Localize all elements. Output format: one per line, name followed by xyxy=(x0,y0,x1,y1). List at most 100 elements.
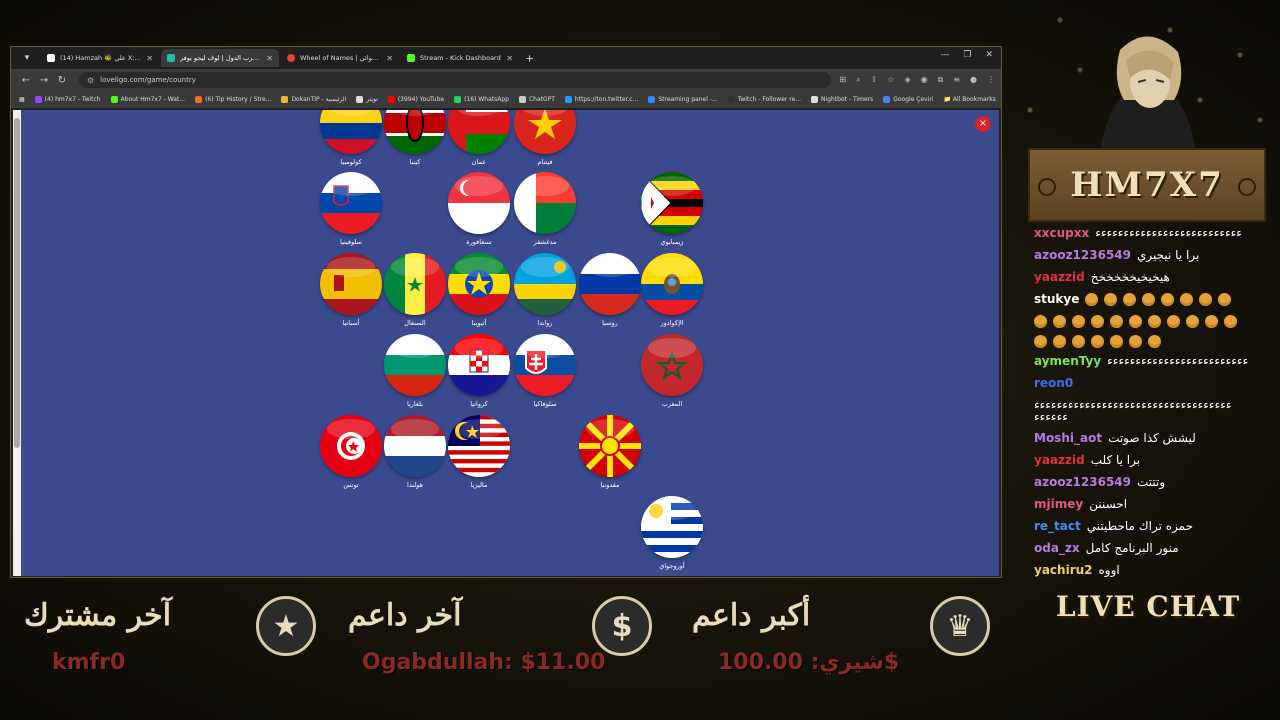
flag-singapore[interactable] xyxy=(448,172,510,234)
close-tab-icon[interactable]: ✕ xyxy=(266,54,273,63)
flag-ethiopia[interactable] xyxy=(448,253,510,315)
bookmark-item[interactable]: (16) WhatsApp xyxy=(454,96,509,103)
flag-colombia[interactable] xyxy=(320,110,382,154)
profile-avatar-icon[interactable]: ● xyxy=(970,75,977,85)
browser-window: ▾ (14) Hamzah 🐝 علي X: "الفقاعة ✕ لعبة ح… xyxy=(10,46,1002,578)
bookmark-item[interactable]: DokanTIP - الرئيسية xyxy=(281,96,346,103)
media-icon[interactable]: ≡ xyxy=(953,75,960,85)
flag-label: الإكوادور xyxy=(660,319,684,327)
chat-username[interactable]: re_tact xyxy=(1034,519,1081,533)
bookmark-item[interactable]: Nightbot - Timers xyxy=(811,96,873,103)
flag-senegal[interactable] xyxy=(384,253,446,315)
bookmark-item[interactable]: (3994) YouTube xyxy=(387,96,444,103)
emote-icon xyxy=(1161,293,1175,306)
flag-russia[interactable] xyxy=(579,253,641,315)
chat-username[interactable]: reon0 xyxy=(1034,376,1073,390)
bookmark-item[interactable]: (6) Tip History / Stre... xyxy=(195,96,271,103)
bolt-icon xyxy=(1238,178,1256,196)
zoom-icon[interactable]: ⌕ xyxy=(856,75,860,85)
scrollbar-track[interactable] xyxy=(13,110,21,576)
bookmark-item[interactable]: تويتر xyxy=(356,96,378,103)
flag-kenya[interactable] xyxy=(384,110,446,154)
flag-ecuador[interactable] xyxy=(641,253,703,315)
tab-search-icon[interactable]: ▾ xyxy=(17,50,37,66)
forward-icon[interactable]: → xyxy=(35,75,53,86)
flag-zimbabwe[interactable] xyxy=(641,172,703,234)
chat-username[interactable]: aymenTyy xyxy=(1034,354,1101,368)
flag-uruguay-icon xyxy=(641,496,703,558)
tab-loveligo[interactable]: لعبة حرب الدول | لوف ليجو يوفر ✕ xyxy=(161,49,279,67)
flag-bulgaria[interactable] xyxy=(384,334,446,396)
flag-oman[interactable] xyxy=(448,110,510,154)
chat-message: azooz1236549 برا يا نيجيري xyxy=(1034,248,1258,262)
flag-uruguay[interactable] xyxy=(641,496,703,558)
bookmark-star-icon[interactable]: ☆ xyxy=(887,75,894,85)
close-tab-icon[interactable]: ✕ xyxy=(506,54,513,63)
chat-username[interactable]: mjimey xyxy=(1034,497,1083,511)
flag-tunisia[interactable] xyxy=(320,415,382,477)
scrollbar-thumb[interactable] xyxy=(14,118,20,448)
bookmark-favicon-icon xyxy=(356,96,364,103)
flag-slovenia[interactable] xyxy=(320,172,382,234)
tab-twitter[interactable]: (14) Hamzah 🐝 علي X: "الفقاعة ✕ xyxy=(41,49,159,67)
chat-username[interactable]: xxcupxx xyxy=(1034,226,1089,240)
reload-icon[interactable]: ↻ xyxy=(53,75,71,86)
bookmark-item[interactable]: About Hm7x7 - Wat... xyxy=(110,96,185,103)
emote-icon xyxy=(1104,293,1118,306)
tab-kick-dashboard[interactable]: Stream - Kick Dashboard ✕ xyxy=(401,49,519,67)
close-tab-icon[interactable]: ✕ xyxy=(386,54,393,63)
extensions-puzzle-icon[interactable]: ⧉ xyxy=(938,75,944,85)
new-tab-button[interactable]: + xyxy=(525,52,534,65)
bookmark-item[interactable]: Streaming panel -... xyxy=(648,96,718,103)
close-window-icon[interactable]: ✕ xyxy=(985,50,993,60)
extension-icon[interactable]: ◉ xyxy=(921,75,928,85)
chat-username[interactable]: stukye xyxy=(1034,292,1079,306)
flag-label: فيتنام xyxy=(537,158,553,166)
flag-croatia[interactable] xyxy=(448,334,510,396)
chat-username[interactable]: oda_zx xyxy=(1034,541,1080,555)
bookmark-favicon-icon xyxy=(518,96,526,103)
apps-grid-icon[interactable]: ▦ xyxy=(19,96,25,103)
extension-icon[interactable]: ◈ xyxy=(904,75,910,85)
flag-slovakia[interactable] xyxy=(514,334,576,396)
bookmark-item[interactable]: Google Çeviri xyxy=(883,96,934,103)
bookmark-item[interactable]: https://ton.twitter.c... xyxy=(564,96,638,103)
flag-macedonia[interactable] xyxy=(579,415,641,477)
tab-wheel-of-names[interactable]: Wheel of Names | العشوائي 🔊 ✕ xyxy=(281,49,399,67)
bookmark-item[interactable]: (4) hm7x7 - Twitch xyxy=(34,96,101,103)
flag-morocco[interactable] xyxy=(641,334,703,396)
chat-username[interactable]: yaazzid xyxy=(1034,453,1085,467)
chat-username[interactable]: azooz1236549 xyxy=(1034,248,1131,262)
crown-icon: ♛ xyxy=(930,596,990,656)
chat-message: azooz1236549 وتتتت xyxy=(1034,475,1258,489)
all-bookmarks-button[interactable]: 📁 All Bookmarks xyxy=(944,96,996,103)
bookmark-item[interactable]: Twitch - Follower re... xyxy=(727,96,801,103)
share-icon[interactable]: ⇪ xyxy=(871,75,878,85)
flag-malaysia[interactable] xyxy=(448,415,510,477)
bookmark-item[interactable]: ChatGPT xyxy=(518,96,555,103)
maximize-icon[interactable]: ❐ xyxy=(963,50,971,60)
chat-username[interactable]: Moshi_aot xyxy=(1034,431,1102,445)
flag-rwanda-icon xyxy=(514,253,576,315)
chat-text: ليشش كذا صوتت xyxy=(1108,431,1196,445)
flag-netherlands[interactable] xyxy=(384,415,446,477)
flag-madagascar[interactable] xyxy=(514,172,576,234)
close-game-button[interactable]: × xyxy=(975,116,991,132)
minimize-icon[interactable]: — xyxy=(940,50,949,60)
close-tab-icon[interactable]: ✕ xyxy=(146,54,153,63)
chat-username[interactable]: yaazzid xyxy=(1034,270,1085,284)
flag-rwanda[interactable] xyxy=(514,253,576,315)
menu-kebab-icon[interactable]: ⋮ xyxy=(987,75,995,85)
flag-vietnam[interactable] xyxy=(514,110,576,154)
chat-username[interactable]: yachiru2 xyxy=(1034,563,1093,577)
address-bar[interactable]: ⚙ loveligo.com/game/country xyxy=(79,72,832,88)
bookmark-label: ChatGPT xyxy=(528,96,555,103)
bookmark-label: تويتر xyxy=(366,96,378,103)
bookmark-favicon-icon xyxy=(727,96,735,103)
emote-icon xyxy=(1129,315,1142,328)
flag-spain[interactable] xyxy=(320,253,382,315)
translate-icon[interactable]: ⊞ xyxy=(839,75,846,85)
chat-username[interactable]: azooz1236549 xyxy=(1034,475,1131,489)
site-info-icon[interactable]: ⚙ xyxy=(87,76,94,85)
back-icon[interactable]: ← xyxy=(17,75,35,86)
